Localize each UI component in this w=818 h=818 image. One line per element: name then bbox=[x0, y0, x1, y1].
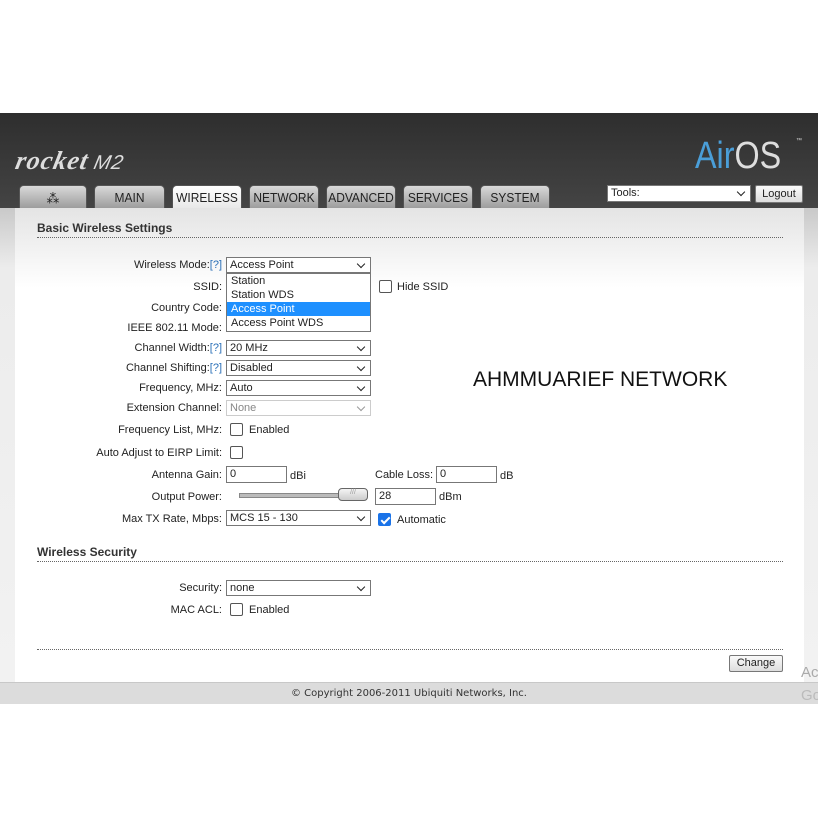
os-activation-watermark: Go bbox=[801, 687, 818, 704]
cable-loss-label: Cable Loss: bbox=[375, 469, 434, 481]
output-power-label: Output Power: bbox=[151, 491, 222, 503]
option-station[interactable]: Station bbox=[227, 274, 370, 288]
hide-ssid-label: Hide SSID bbox=[397, 281, 449, 293]
help-link[interactable]: [?] bbox=[210, 362, 222, 374]
tab-home[interactable]: ⁂ bbox=[18, 185, 88, 209]
output-power-slider-handle[interactable]: /// bbox=[338, 488, 368, 501]
security-label: Security: bbox=[179, 582, 222, 594]
divider bbox=[37, 649, 783, 650]
rocket-m2-logo: rocketM2 bbox=[13, 146, 127, 175]
wireless-mode-dropdown: Station Station WDS Access Point Access … bbox=[226, 273, 371, 332]
tab-network[interactable]: NETWORK bbox=[249, 185, 319, 209]
output-power-slider-track[interactable] bbox=[239, 493, 349, 498]
frequency-select[interactable]: Auto bbox=[226, 380, 371, 396]
ubiquiti-logo-icon: ⁂ bbox=[46, 190, 60, 206]
wireless-mode-label: Wireless Mode:[?] bbox=[133, 259, 222, 271]
antenna-gain-input[interactable]: 0 bbox=[226, 466, 287, 483]
max-tx-rate-select[interactable]: MCS 15 - 130 bbox=[226, 510, 371, 526]
section-title-security: Wireless Security bbox=[37, 545, 783, 562]
extension-channel-select: None bbox=[226, 400, 371, 416]
section-title-basic: Basic Wireless Settings bbox=[37, 221, 783, 238]
help-link[interactable]: [?] bbox=[210, 342, 222, 354]
output-power-input[interactable]: 28 bbox=[375, 488, 436, 505]
channel-width-label: Channel Width:[?] bbox=[134, 342, 222, 354]
tab-wireless[interactable]: WIRELESS bbox=[172, 185, 242, 210]
security-select[interactable]: none bbox=[226, 580, 371, 596]
tab-main[interactable]: MAIN bbox=[94, 185, 165, 209]
tab-services[interactable]: SERVICES bbox=[403, 185, 473, 209]
channel-shifting-select[interactable]: Disabled bbox=[226, 360, 371, 376]
ieee-mode-label: IEEE 802.11 Mode: bbox=[127, 322, 222, 334]
frequency-list-checkbox[interactable] bbox=[230, 423, 243, 436]
option-access-point-wds[interactable]: Access Point WDS bbox=[227, 316, 370, 330]
cable-loss-unit: dB bbox=[500, 470, 514, 482]
mac-acl-label: MAC ACL: bbox=[170, 604, 222, 616]
frequency-label: Frequency, MHz: bbox=[139, 382, 222, 394]
output-power-unit: dBm bbox=[439, 491, 462, 503]
option-access-point[interactable]: Access Point bbox=[227, 302, 370, 316]
automatic-label: Automatic bbox=[397, 514, 446, 526]
tab-system[interactable]: SYSTEM bbox=[480, 185, 550, 209]
logout-button[interactable]: Logout bbox=[755, 185, 803, 203]
eirp-label: Auto Adjust to EIRP Limit: bbox=[96, 447, 222, 459]
tab-advanced[interactable]: ADVANCED bbox=[326, 185, 396, 209]
antenna-gain-unit: dBi bbox=[290, 470, 306, 482]
ssid-label: SSID: bbox=[193, 281, 222, 293]
mac-acl-checkbox[interactable] bbox=[230, 603, 243, 616]
footer-copyright: © Copyright 2006-2011 Ubiquiti Networks,… bbox=[0, 682, 818, 704]
frequency-list-label: Frequency List, MHz: bbox=[118, 424, 222, 436]
country-code-label: Country Code: bbox=[151, 302, 222, 314]
wireless-mode-select[interactable]: Access Point bbox=[226, 257, 371, 273]
cable-loss-input[interactable]: 0 bbox=[436, 466, 497, 483]
option-station-wds[interactable]: Station WDS bbox=[227, 288, 370, 302]
os-activation-watermark: Ac bbox=[801, 664, 818, 681]
extension-channel-label: Extension Channel: bbox=[126, 402, 222, 414]
mac-acl-enabled-label: Enabled bbox=[249, 604, 290, 616]
automatic-checkbox[interactable] bbox=[378, 513, 391, 526]
channel-shifting-label: Channel Shifting:[?] bbox=[125, 362, 222, 374]
airos-logo: AirOS bbox=[695, 135, 782, 177]
help-link[interactable]: [?] bbox=[210, 259, 222, 271]
hide-ssid-checkbox[interactable] bbox=[379, 280, 392, 293]
channel-width-select[interactable]: 20 MHz bbox=[226, 340, 371, 356]
frequency-list-enabled-label: Enabled bbox=[249, 424, 290, 436]
eirp-checkbox[interactable] bbox=[230, 446, 243, 459]
change-button[interactable]: Change bbox=[729, 655, 783, 672]
max-tx-rate-label: Max TX Rate, Mbps: bbox=[121, 513, 222, 525]
antenna-gain-label: Antenna Gain: bbox=[151, 469, 222, 481]
overlay-watermark-text: AHMMUARIEF NETWORK bbox=[473, 368, 728, 391]
tools-select[interactable]: Tools: bbox=[607, 185, 751, 202]
